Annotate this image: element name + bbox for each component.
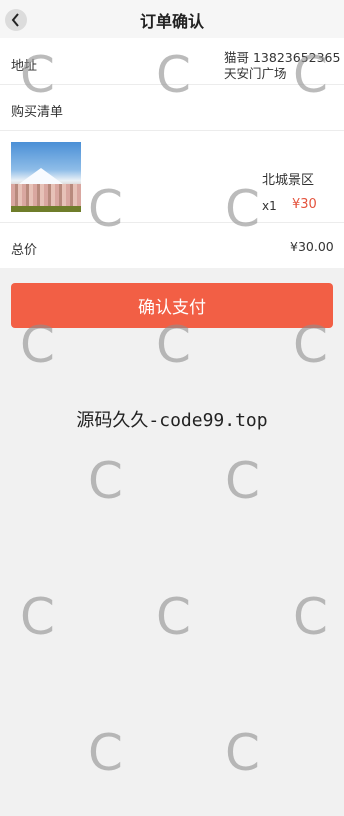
watermark-text: 源码久久-code99.top [76,410,268,431]
address-detail: 天安门广场 [224,66,287,81]
total-label: 总价 [11,243,38,258]
watermark-letter: C [293,588,328,646]
product-price: ¥30 [292,197,317,212]
page-title: 订单确认 [139,12,204,31]
watermark-letter: C [20,316,55,374]
watermark-letter: C [225,452,260,510]
product-name: 北城景区 [262,173,315,188]
watermark-letter: C [156,588,191,646]
watermark-letter: C [88,180,123,238]
total-value: ¥30.00 [290,239,334,254]
product-thumbnail[interactable] [11,142,81,212]
watermark-letter: C [293,316,328,374]
watermark-letter: C [156,316,191,374]
watermark-letter: C [225,180,260,238]
watermark-letter: C [293,46,328,104]
top-bar: 订单确认 [0,0,344,38]
product-quantity: x1 [262,199,277,213]
watermark-letter: C [20,46,55,104]
watermark-letter: C [156,46,191,104]
watermark-letter: C [225,724,260,782]
watermark-letter: C [20,588,55,646]
watermark-letter: C [88,724,123,782]
watermark-letter: C [88,452,123,510]
